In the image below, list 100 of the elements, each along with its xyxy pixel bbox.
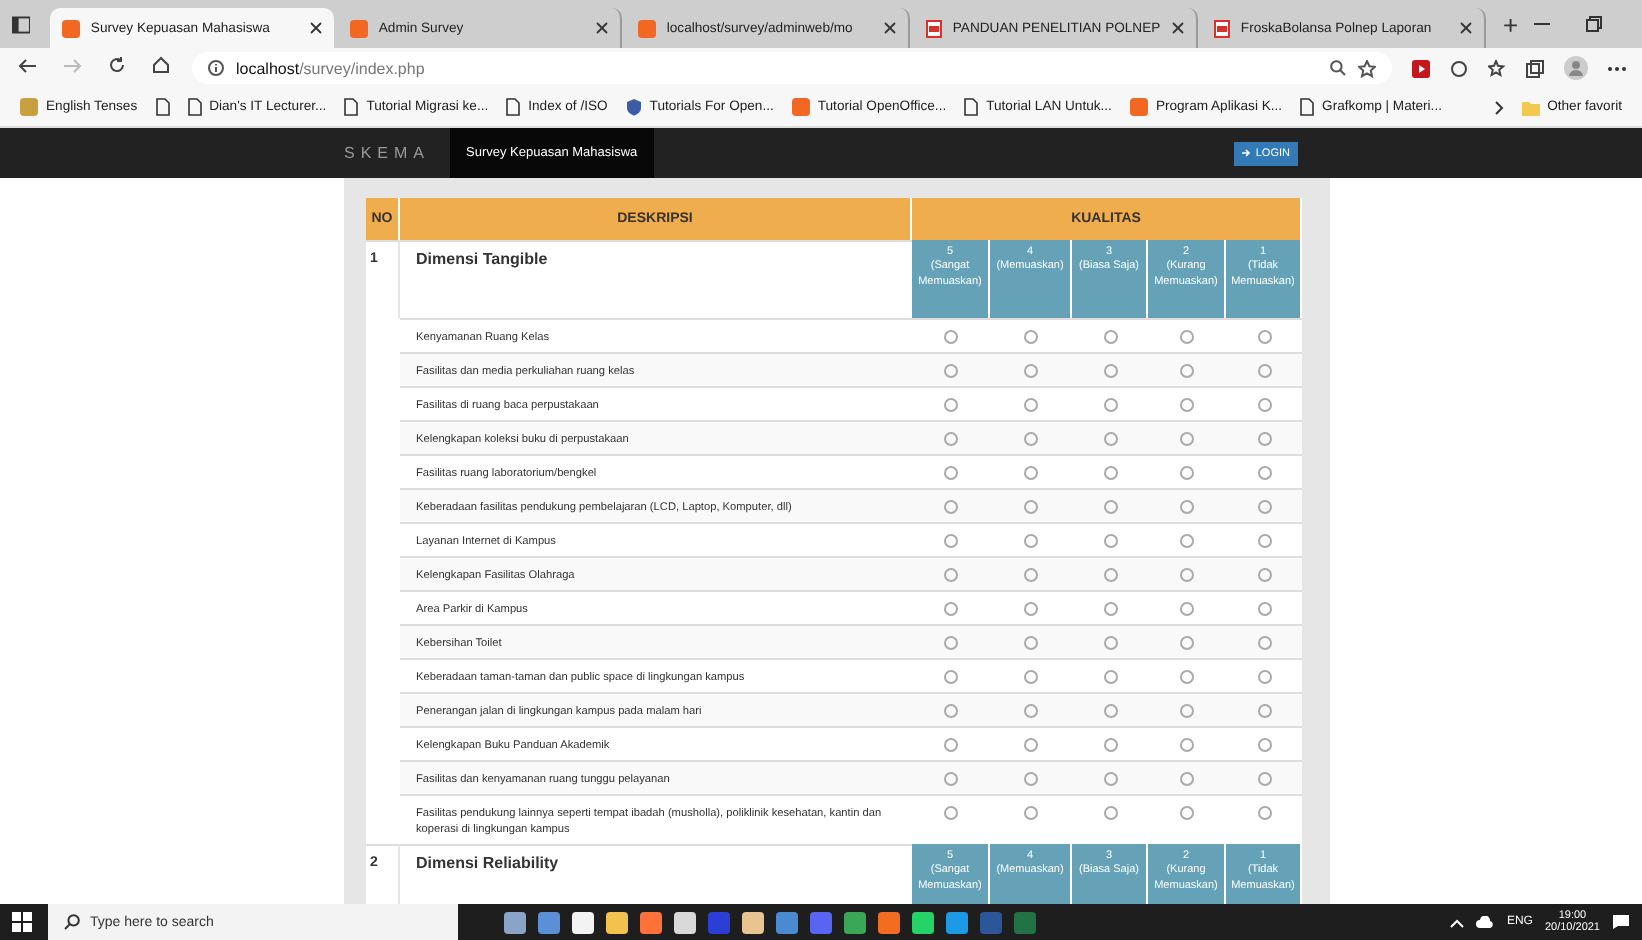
rating-radio[interactable] — [1103, 364, 1117, 378]
rating-radio[interactable] — [944, 568, 958, 582]
rating-radio[interactable] — [1103, 602, 1117, 616]
rating-radio[interactable] — [1257, 398, 1271, 412]
restore-icon[interactable] — [1586, 16, 1603, 32]
taskbar-app-icon[interactable] — [912, 911, 934, 933]
taskbar-app-icon[interactable] — [572, 911, 594, 933]
rating-radio[interactable] — [1180, 772, 1194, 786]
rating-radio[interactable] — [944, 704, 958, 718]
rating-radio[interactable] — [944, 670, 958, 684]
rating-radio[interactable] — [944, 534, 958, 548]
taskbar-app-icon[interactable] — [640, 911, 662, 933]
rating-radio[interactable] — [1257, 330, 1271, 344]
rating-radio[interactable] — [1257, 364, 1271, 378]
rating-radio[interactable] — [1024, 568, 1038, 582]
close-icon[interactable] — [596, 22, 609, 34]
rating-radio[interactable] — [1180, 704, 1194, 718]
rating-radio[interactable] — [1180, 636, 1194, 650]
rating-radio[interactable] — [1180, 738, 1194, 752]
rating-radio[interactable] — [1103, 670, 1117, 684]
rating-radio[interactable] — [1024, 670, 1038, 684]
rating-radio[interactable] — [1180, 806, 1194, 820]
rating-radio[interactable] — [1103, 330, 1117, 344]
rating-radio[interactable] — [1024, 704, 1038, 718]
rating-radio[interactable] — [944, 364, 958, 378]
rating-radio[interactable] — [1103, 398, 1117, 412]
rating-radio[interactable] — [1024, 806, 1038, 820]
close-icon[interactable] — [884, 22, 897, 34]
profile-avatar[interactable] — [1564, 56, 1588, 80]
rating-radio[interactable] — [1024, 398, 1038, 412]
rating-radio[interactable] — [1024, 330, 1038, 344]
taskbar-app-icon[interactable] — [606, 911, 628, 933]
tab-actions-icon[interactable] — [12, 15, 31, 33]
rating-radio[interactable] — [1103, 466, 1117, 480]
rating-radio[interactable] — [1024, 432, 1038, 446]
favorites-icon[interactable] — [1488, 59, 1506, 77]
rating-radio[interactable] — [1103, 534, 1117, 548]
rating-radio[interactable] — [1024, 602, 1038, 616]
rating-radio[interactable] — [1103, 500, 1117, 514]
chevron-up-icon[interactable] — [1450, 917, 1465, 927]
rating-radio[interactable] — [1024, 364, 1038, 378]
brand-logo[interactable]: SKEMA — [344, 144, 431, 162]
rating-radio[interactable] — [1257, 806, 1271, 820]
rating-radio[interactable] — [1103, 738, 1117, 752]
rating-radio[interactable] — [1257, 500, 1271, 514]
windows-start-icon[interactable] — [12, 912, 32, 932]
rating-radio[interactable] — [1103, 432, 1117, 446]
close-icon[interactable] — [310, 22, 323, 34]
close-icon[interactable] — [1172, 22, 1185, 34]
rating-radio[interactable] — [1103, 636, 1117, 650]
rating-radio[interactable] — [1180, 602, 1194, 616]
rating-radio[interactable] — [1257, 466, 1271, 480]
notification-icon[interactable] — [1612, 914, 1630, 930]
rating-radio[interactable] — [1024, 738, 1038, 752]
rating-radio[interactable] — [1024, 500, 1038, 514]
rating-radio[interactable] — [1257, 738, 1271, 752]
taskbar-app-icon[interactable] — [504, 911, 526, 933]
rating-radio[interactable] — [1180, 500, 1194, 514]
rating-radio[interactable] — [1257, 568, 1271, 582]
rating-radio[interactable] — [1180, 398, 1194, 412]
rating-radio[interactable] — [1103, 806, 1117, 820]
collections-icon[interactable] — [1526, 59, 1544, 77]
rating-radio[interactable] — [1103, 704, 1117, 718]
rating-radio[interactable] — [1257, 432, 1271, 446]
new-tab-button[interactable]: + — [1490, 9, 1531, 39]
rating-radio[interactable] — [1257, 670, 1271, 684]
rating-radio[interactable] — [944, 806, 958, 820]
chevron-icon[interactable] — [1493, 99, 1504, 115]
rating-radio[interactable] — [1024, 466, 1038, 480]
rating-radio[interactable] — [1180, 534, 1194, 548]
rating-radio[interactable] — [944, 636, 958, 650]
rating-radio[interactable] — [1257, 602, 1271, 616]
rating-radio[interactable] — [1257, 636, 1271, 650]
taskbar-app-icon[interactable] — [742, 911, 764, 933]
rating-radio[interactable] — [1024, 636, 1038, 650]
rating-radio[interactable] — [944, 738, 958, 752]
zoom-icon[interactable] — [1330, 60, 1346, 76]
rating-radio[interactable] — [1024, 534, 1038, 548]
more-icon[interactable] — [1608, 65, 1626, 71]
rating-radio[interactable] — [1257, 704, 1271, 718]
rating-radio[interactable] — [1257, 772, 1271, 786]
rating-radio[interactable] — [1024, 772, 1038, 786]
rating-radio[interactable] — [944, 500, 958, 514]
rating-radio[interactable] — [1180, 330, 1194, 344]
rating-radio[interactable] — [1180, 364, 1194, 378]
taskbar-app-icon[interactable] — [674, 911, 696, 933]
rating-radio[interactable] — [944, 772, 958, 786]
rating-radio[interactable] — [1103, 568, 1117, 582]
rating-radio[interactable] — [944, 330, 958, 344]
rating-radio[interactable] — [1180, 568, 1194, 582]
rating-radio[interactable] — [1257, 534, 1271, 548]
extension-icon[interactable] — [1412, 59, 1430, 77]
rating-radio[interactable] — [944, 602, 958, 616]
rating-radio[interactable] — [944, 398, 958, 412]
rating-radio[interactable] — [1180, 432, 1194, 446]
rating-radio[interactable] — [1180, 670, 1194, 684]
rating-radio[interactable] — [944, 432, 958, 446]
address-bar[interactable]: localhost/survey/index.php — [192, 52, 1392, 84]
rating-radio[interactable] — [1180, 466, 1194, 480]
rating-radio[interactable] — [944, 466, 958, 480]
